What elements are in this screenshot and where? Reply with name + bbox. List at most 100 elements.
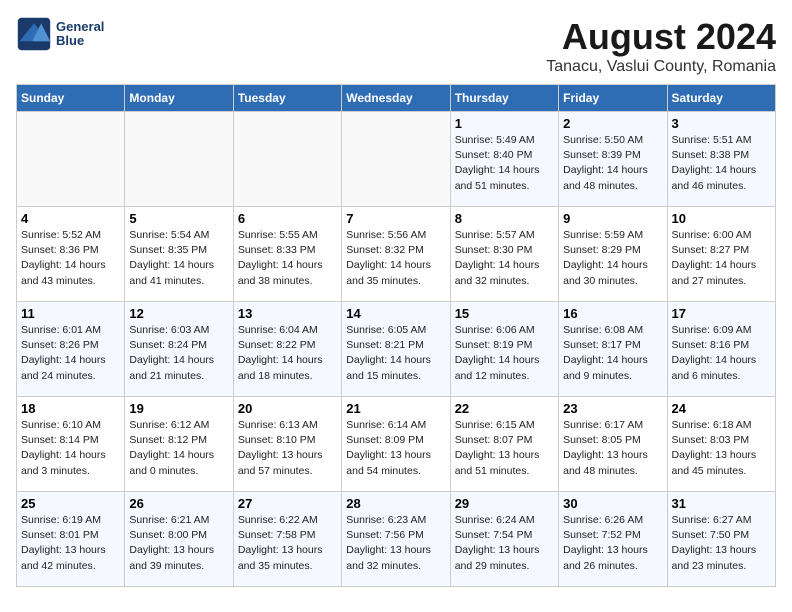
day-header-friday: Friday — [559, 85, 667, 112]
day-number: 1 — [455, 116, 554, 131]
logo-text: General Blue — [56, 20, 104, 49]
calendar-cell: 29 Sunrise: 6:24 AMSunset: 7:54 PMDayligh… — [450, 492, 558, 587]
calendar-week-5: 25 Sunrise: 6:19 AMSunset: 8:01 PMDayligh… — [17, 492, 776, 587]
day-info: Sunrise: 6:05 AMSunset: 8:21 PMDaylight:… — [346, 323, 445, 384]
day-number: 19 — [129, 401, 228, 416]
day-number: 15 — [455, 306, 554, 321]
calendar-cell: 17 Sunrise: 6:09 AMSunset: 8:16 PMDayligh… — [667, 302, 775, 397]
day-info: Sunrise: 6:22 AMSunset: 7:58 PMDaylight:… — [238, 513, 337, 574]
calendar-cell: 10 Sunrise: 6:00 AMSunset: 8:27 PMDayligh… — [667, 207, 775, 302]
day-header-tuesday: Tuesday — [233, 85, 341, 112]
calendar-cell: 16 Sunrise: 6:08 AMSunset: 8:17 PMDayligh… — [559, 302, 667, 397]
day-number: 2 — [563, 116, 662, 131]
day-info: Sunrise: 6:24 AMSunset: 7:54 PMDaylight:… — [455, 513, 554, 574]
day-number: 9 — [563, 211, 662, 226]
day-header-sunday: Sunday — [17, 85, 125, 112]
calendar-cell: 28 Sunrise: 6:23 AMSunset: 7:56 PMDayligh… — [342, 492, 450, 587]
day-info: Sunrise: 6:15 AMSunset: 8:07 PMDaylight:… — [455, 418, 554, 479]
day-number: 29 — [455, 496, 554, 511]
day-info: Sunrise: 6:08 AMSunset: 8:17 PMDaylight:… — [563, 323, 662, 384]
day-number: 28 — [346, 496, 445, 511]
day-number: 20 — [238, 401, 337, 416]
day-info: Sunrise: 6:01 AMSunset: 8:26 PMDaylight:… — [21, 323, 120, 384]
day-info: Sunrise: 6:12 AMSunset: 8:12 PMDaylight:… — [129, 418, 228, 479]
calendar-cell: 11 Sunrise: 6:01 AMSunset: 8:26 PMDayligh… — [17, 302, 125, 397]
day-info: Sunrise: 5:56 AMSunset: 8:32 PMDaylight:… — [346, 228, 445, 289]
calendar-cell: 24 Sunrise: 6:18 AMSunset: 8:03 PMDayligh… — [667, 397, 775, 492]
calendar-cell: 25 Sunrise: 6:19 AMSunset: 8:01 PMDayligh… — [17, 492, 125, 587]
calendar-week-1: 1 Sunrise: 5:49 AMSunset: 8:40 PMDaylight… — [17, 112, 776, 207]
day-number: 5 — [129, 211, 228, 226]
calendar-cell: 4 Sunrise: 5:52 AMSunset: 8:36 PMDaylight… — [17, 207, 125, 302]
day-info: Sunrise: 6:14 AMSunset: 8:09 PMDaylight:… — [346, 418, 445, 479]
calendar-table: SundayMondayTuesdayWednesdayThursdayFrid… — [16, 84, 776, 587]
day-header-saturday: Saturday — [667, 85, 775, 112]
day-number: 27 — [238, 496, 337, 511]
logo-line1: General — [56, 20, 104, 34]
day-info: Sunrise: 5:59 AMSunset: 8:29 PMDaylight:… — [563, 228, 662, 289]
day-number: 12 — [129, 306, 228, 321]
day-info: Sunrise: 5:50 AMSunset: 8:39 PMDaylight:… — [563, 133, 662, 194]
day-number: 7 — [346, 211, 445, 226]
title-block: August 2024 Tanacu, Vaslui County, Roman… — [546, 16, 776, 76]
day-info: Sunrise: 6:17 AMSunset: 8:05 PMDaylight:… — [563, 418, 662, 479]
day-number: 10 — [672, 211, 771, 226]
day-info: Sunrise: 5:51 AMSunset: 8:38 PMDaylight:… — [672, 133, 771, 194]
subtitle: Tanacu, Vaslui County, Romania — [546, 58, 776, 76]
calendar-cell: 26 Sunrise: 6:21 AMSunset: 8:00 PMDayligh… — [125, 492, 233, 587]
day-header-wednesday: Wednesday — [342, 85, 450, 112]
day-number: 8 — [455, 211, 554, 226]
calendar-cell: 31Sunrise: 6:27 AMSunset: 7:50 PMDayligh… — [667, 492, 775, 587]
main-title: August 2024 — [546, 16, 776, 58]
day-info: Sunrise: 5:57 AMSunset: 8:30 PMDaylight:… — [455, 228, 554, 289]
calendar-week-2: 4 Sunrise: 5:52 AMSunset: 8:36 PMDaylight… — [17, 207, 776, 302]
calendar-cell — [17, 112, 125, 207]
logo: General Blue — [16, 16, 104, 52]
day-info: Sunrise: 6:26 AMSunset: 7:52 PMDaylight:… — [563, 513, 662, 574]
day-number: 23 — [563, 401, 662, 416]
day-info: Sunrise: 6:04 AMSunset: 8:22 PMDaylight:… — [238, 323, 337, 384]
day-number: 30 — [563, 496, 662, 511]
day-info: Sunrise: 6:03 AMSunset: 8:24 PMDaylight:… — [129, 323, 228, 384]
calendar-cell: 6Sunrise: 5:55 AMSunset: 8:33 PMDaylight… — [233, 207, 341, 302]
day-number: 11 — [21, 306, 120, 321]
calendar-cell: 2 Sunrise: 5:50 AMSunset: 8:39 PMDaylight… — [559, 112, 667, 207]
day-number: 17 — [672, 306, 771, 321]
day-number: 4 — [21, 211, 120, 226]
day-info: Sunrise: 5:49 AMSunset: 8:40 PMDaylight:… — [455, 133, 554, 194]
calendar-week-3: 11 Sunrise: 6:01 AMSunset: 8:26 PMDayligh… — [17, 302, 776, 397]
day-info: Sunrise: 6:27 AMSunset: 7:50 PMDaylight:… — [672, 513, 771, 574]
calendar-cell: 15 Sunrise: 6:06 AMSunset: 8:19 PMDayligh… — [450, 302, 558, 397]
calendar-cell — [342, 112, 450, 207]
calendar-cell: 14Sunrise: 6:05 AMSunset: 8:21 PMDayligh… — [342, 302, 450, 397]
day-info: Sunrise: 6:13 AMSunset: 8:10 PMDaylight:… — [238, 418, 337, 479]
day-number: 25 — [21, 496, 120, 511]
calendar-cell: 19 Sunrise: 6:12 AMSunset: 8:12 PMDayligh… — [125, 397, 233, 492]
day-info: Sunrise: 6:21 AMSunset: 8:00 PMDaylight:… — [129, 513, 228, 574]
calendar-cell: 13Sunrise: 6:04 AMSunset: 8:22 PMDayligh… — [233, 302, 341, 397]
day-info: Sunrise: 6:19 AMSunset: 8:01 PMDaylight:… — [21, 513, 120, 574]
day-number: 21 — [346, 401, 445, 416]
calendar-header-row: SundayMondayTuesdayWednesdayThursdayFrid… — [17, 85, 776, 112]
logo-icon — [16, 16, 52, 52]
day-info: Sunrise: 6:06 AMSunset: 8:19 PMDaylight:… — [455, 323, 554, 384]
day-info: Sunrise: 5:52 AMSunset: 8:36 PMDaylight:… — [21, 228, 120, 289]
day-info: Sunrise: 6:18 AMSunset: 8:03 PMDaylight:… — [672, 418, 771, 479]
day-number: 22 — [455, 401, 554, 416]
day-number: 24 — [672, 401, 771, 416]
day-number: 26 — [129, 496, 228, 511]
calendar-cell: 23 Sunrise: 6:17 AMSunset: 8:05 PMDayligh… — [559, 397, 667, 492]
day-info: Sunrise: 6:10 AMSunset: 8:14 PMDaylight:… — [21, 418, 120, 479]
day-header-monday: Monday — [125, 85, 233, 112]
calendar-week-4: 18Sunrise: 6:10 AMSunset: 8:14 PMDayligh… — [17, 397, 776, 492]
day-info: Sunrise: 6:00 AMSunset: 8:27 PMDaylight:… — [672, 228, 771, 289]
day-number: 3 — [672, 116, 771, 131]
calendar-cell: 18Sunrise: 6:10 AMSunset: 8:14 PMDayligh… — [17, 397, 125, 492]
calendar-cell: 12 Sunrise: 6:03 AMSunset: 8:24 PMDayligh… — [125, 302, 233, 397]
calendar-cell: 22 Sunrise: 6:15 AMSunset: 8:07 PMDayligh… — [450, 397, 558, 492]
day-info: Sunrise: 6:09 AMSunset: 8:16 PMDaylight:… — [672, 323, 771, 384]
day-number: 16 — [563, 306, 662, 321]
day-info: Sunrise: 6:23 AMSunset: 7:56 PMDaylight:… — [346, 513, 445, 574]
day-number: 6 — [238, 211, 337, 226]
calendar-cell: 3 Sunrise: 5:51 AMSunset: 8:38 PMDaylight… — [667, 112, 775, 207]
